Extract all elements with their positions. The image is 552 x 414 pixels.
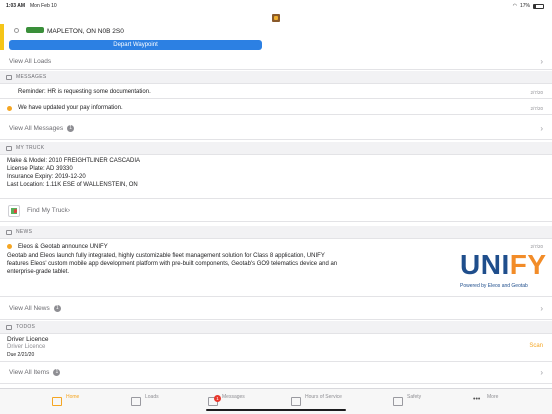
unify-logo-part1: UNI — [460, 249, 510, 280]
scan-button[interactable]: Scan — [529, 343, 543, 349]
my-truck-header-label: MY TRUCK — [16, 145, 45, 151]
messages-section-header: MESSAGES — [0, 71, 552, 84]
news-title: Eleos & Geotab announce UNIFY — [18, 244, 108, 250]
status-time: 1:03 AM — [6, 3, 25, 9]
find-my-truck-label: Find My Truck — [27, 207, 68, 214]
messages-count-badge: 1 — [67, 125, 75, 132]
todos-count-badge: 1 — [53, 369, 61, 376]
tab-label: Messages — [222, 394, 245, 400]
truck-last-location: Last Location: 1.11K ESE of WALLENSTEIN,… — [7, 182, 138, 188]
view-all-news-label: View All News — [9, 305, 50, 312]
todos-header-label: TODOS — [16, 324, 36, 330]
chevron-right-icon: › — [67, 207, 70, 214]
news-header-label: NEWS — [16, 229, 33, 235]
chevron-right-icon: › — [540, 124, 543, 133]
truck-make-model: Make & Model: 2010 FREIGHTLINER CASCADIA — [7, 158, 141, 164]
status-indicators: ◠ 17% — [513, 3, 544, 9]
chevron-right-icon: › — [540, 57, 543, 66]
unify-powered-by: Powered by Eleos and Geotab — [460, 283, 528, 289]
tab-label: More — [487, 394, 499, 400]
view-all-messages-link[interactable]: View All Messages 1 › — [0, 118, 552, 140]
view-all-items-label: View All Items — [9, 369, 50, 376]
todo-subtitle: Driver Licence — [7, 344, 46, 350]
todos-section-header: TODOS — [0, 321, 552, 334]
news-body: Geotab and Eleos launch fully integrated… — [7, 253, 338, 275]
waypoint-status-badge — [26, 27, 44, 33]
unify-logo-part2: FY — [509, 249, 547, 280]
battery-percent: 17% — [519, 3, 530, 9]
more-icon: ••• — [473, 396, 481, 403]
unify-logo: UNIFY — [460, 249, 547, 281]
message-item[interactable]: Reminder: HR is requesting some document… — [0, 86, 552, 99]
waypoint-icon — [14, 28, 19, 33]
truck-details: Make & Model: 2010 FREIGHTLINER CASCADIA… — [0, 157, 552, 199]
home-icon — [52, 397, 62, 406]
news-icon — [6, 229, 12, 235]
tab-bar: Home Loads 1 Messages Hours of Service S… — [0, 388, 552, 414]
todo-title: Driver Licence — [7, 336, 49, 343]
status-date: Mon Feb 10 — [30, 3, 57, 9]
truck-icon — [6, 145, 12, 151]
tab-label: Hours of Service — [305, 394, 342, 400]
clock-icon — [291, 397, 301, 406]
messages-tab-badge: 1 — [214, 395, 221, 402]
map-icon — [8, 205, 20, 217]
depart-waypoint-button[interactable]: Depart Waypoint — [9, 40, 262, 50]
load-status-bar — [0, 24, 4, 50]
message-item-unread[interactable]: We have updated your pay information. 2/… — [0, 102, 552, 115]
news-item[interactable]: Eleos & Geotab announce UNIFY 2/7/20 Geo… — [0, 239, 552, 297]
my-truck-section-header: MY TRUCK — [0, 142, 552, 155]
message-date: 2/7/20 — [530, 105, 543, 111]
tab-label: Loads — [145, 394, 159, 400]
tab-label: Safety — [407, 394, 422, 400]
message-date: 2/7/20 — [530, 89, 543, 95]
find-my-truck-link[interactable]: Find My Truck › — [0, 200, 552, 222]
view-all-items-link[interactable]: View All Items 1 › — [0, 362, 552, 384]
news-section-header: NEWS — [0, 226, 552, 239]
message-text: We have updated your pay information. — [18, 105, 123, 111]
warning-icon — [393, 397, 403, 406]
view-all-messages-label: View All Messages — [9, 125, 64, 132]
view-all-loads-link[interactable]: View All Loads › — [0, 54, 552, 70]
view-all-news-link[interactable]: View All News 1 › — [0, 298, 552, 320]
wifi-icon: ◠ — [512, 3, 517, 9]
status-bar: 1:03 AM Mon Feb 10 ◠ 17% — [0, 0, 552, 11]
view-all-loads-label: View All Loads — [9, 58, 52, 65]
messages-header-label: MESSAGES — [16, 74, 47, 80]
unread-dot-icon — [7, 105, 12, 111]
news-count-badge: 1 — [53, 305, 61, 312]
battery-icon — [533, 3, 544, 9]
truck-icon — [131, 397, 141, 406]
app-logo — [272, 14, 280, 22]
messages-icon — [6, 74, 12, 80]
tab-label: Home — [66, 394, 80, 400]
home-indicator — [206, 409, 346, 411]
todo-due-date: Due 2/21/20 — [7, 352, 35, 358]
truck-license-plate: License Plate: AD 39330 — [7, 166, 73, 172]
main-content[interactable]: MAPLETON, ON N0B 2S0 Depart Waypoint Vie… — [0, 24, 552, 388]
waypoint-location: MAPLETON, ON N0B 2S0 — [47, 28, 124, 35]
truck-insurance-expiry: Insurance Expiry: 2019-12-20 — [7, 174, 86, 180]
chevron-right-icon: › — [540, 368, 543, 377]
unread-dot-icon — [7, 244, 12, 249]
chevron-right-icon: › — [540, 304, 543, 313]
current-load-card[interactable]: MAPLETON, ON N0B 2S0 Depart Waypoint — [0, 24, 552, 54]
message-text: Reminder: HR is requesting some document… — [18, 89, 151, 95]
todo-item[interactable]: Driver Licence Driver Licence Due 2/21/2… — [0, 334, 552, 362]
checkbox-icon — [6, 324, 12, 330]
